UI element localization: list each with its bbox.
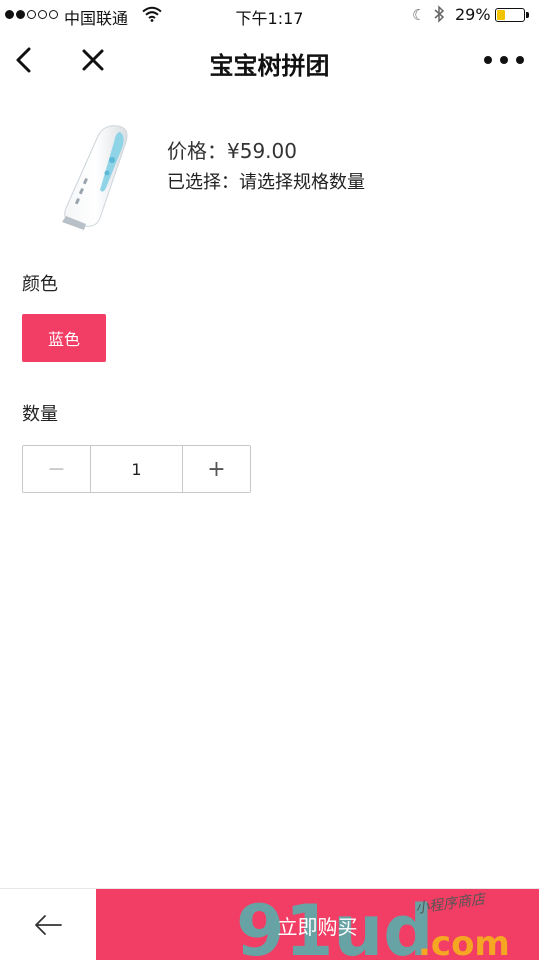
buy-now-button[interactable]: 91ud .com 小程序商店 立即购买 <box>96 889 539 960</box>
do-not-disturb-icon: ☾ <box>412 6 426 24</box>
bluetooth-icon <box>434 5 445 23</box>
quantity-value[interactable]: 1 <box>90 446 183 492</box>
color-option-blue[interactable]: 蓝色 <box>22 314 106 362</box>
buy-now-label: 立即购买 <box>277 914 358 939</box>
color-label: 颜色 <box>22 274 58 295</box>
quantity-stepper: − 1 + <box>22 445 251 493</box>
watermark-suffix: .com <box>418 924 510 960</box>
quantity-label: 数量 <box>22 404 58 425</box>
battery-icon <box>495 8 525 22</box>
nav-bar: 宝宝树拼团 <box>0 30 539 92</box>
product-price: 价格：¥59.00 <box>167 139 297 163</box>
increment-button[interactable]: + <box>183 446 250 492</box>
bottom-bar: 91ud .com 小程序商店 立即购买 <box>0 888 539 960</box>
battery-percent: 29% <box>455 5 491 24</box>
more-dots-icon[interactable] <box>484 50 524 70</box>
bottom-back-button[interactable] <box>0 889 96 960</box>
battery-tip <box>526 12 529 18</box>
arrow-left-icon <box>35 915 62 935</box>
product-image <box>62 125 128 230</box>
page-title: 宝宝树拼团 <box>209 52 330 80</box>
status-bar: 中国联通 下午1:17 ☾ 29% <box>0 0 539 30</box>
selected-spec: 已选择：请选择规格数量 <box>167 172 365 193</box>
decrement-button[interactable]: − <box>23 446 90 492</box>
